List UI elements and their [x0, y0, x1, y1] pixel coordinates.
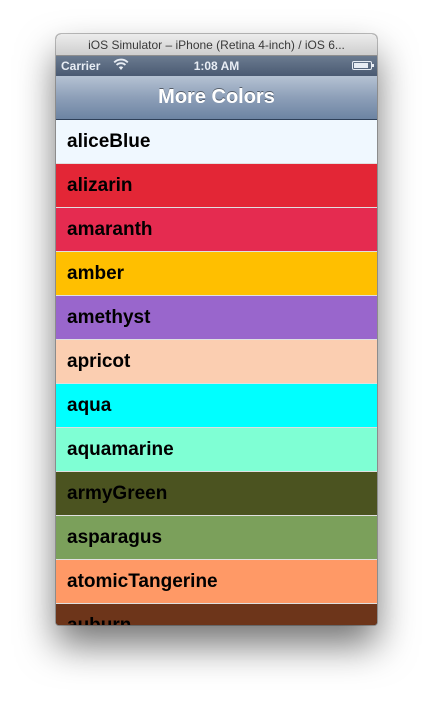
window-title-bar[interactable]: iOS Simulator – iPhone (Retina 4-inch) /… — [56, 34, 377, 56]
color-row-auburn[interactable]: auburn — [56, 604, 377, 625]
color-row-amber[interactable]: amber — [56, 252, 377, 296]
simulator-window: iOS Simulator – iPhone (Retina 4-inch) /… — [56, 34, 377, 625]
color-row-atomicTangerine[interactable]: atomicTangerine — [56, 560, 377, 604]
battery-level — [354, 63, 369, 68]
color-row-armyGreen[interactable]: armyGreen — [56, 472, 377, 516]
battery-icon — [352, 61, 374, 70]
color-row-aquamarine[interactable]: aquamarine — [56, 428, 377, 472]
color-row-apricot[interactable]: apricot — [56, 340, 377, 384]
color-list[interactable]: aliceBlue alizarin amaranth amber amethyst ap… — [56, 120, 377, 625]
color-row-asparagus[interactable]: asparagus — [56, 516, 377, 560]
color-row-amaranth[interactable]: amaranth — [56, 208, 377, 252]
color-row-amethyst[interactable]: amethyst — [56, 296, 377, 340]
status-bar: Carrier 1:08 AM — [56, 56, 377, 76]
color-row-aqua[interactable]: aqua — [56, 384, 377, 428]
color-row-alizarin[interactable]: alizarin — [56, 164, 377, 208]
window-title: iOS Simulator – iPhone (Retina 4-inch) /… — [88, 38, 345, 52]
navigation-bar: More Colors — [56, 76, 377, 120]
nav-title: More Colors — [158, 86, 275, 108]
color-row-aliceBlue[interactable]: aliceBlue — [56, 120, 377, 164]
status-time: 1:08 AM — [193, 59, 240, 73]
